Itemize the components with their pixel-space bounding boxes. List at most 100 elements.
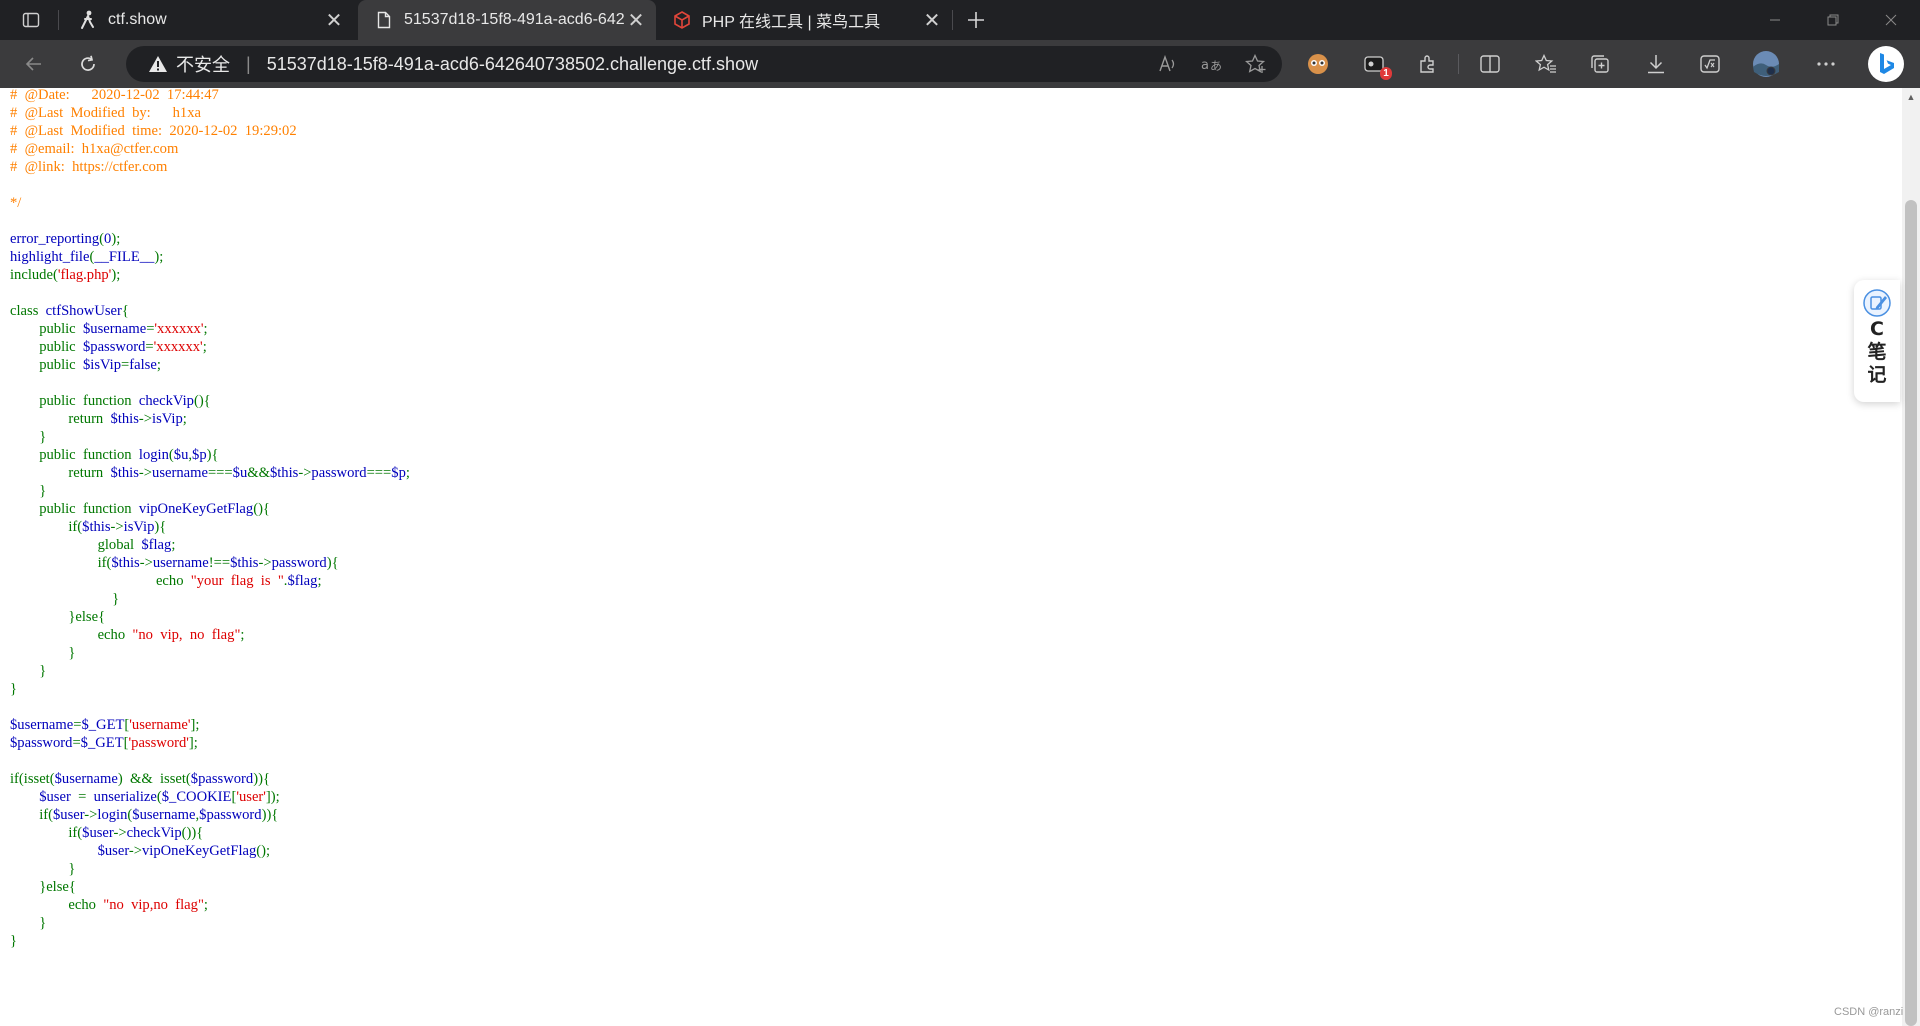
- code-token: ;: [317, 573, 322, 589]
- code-token: =: [72, 735, 81, 751]
- refresh-button[interactable]: [70, 46, 106, 82]
- code-token: # @Last Modified time: 2020-12-02 19:29:…: [10, 123, 297, 139]
- code-token: ];: [188, 735, 198, 751]
- code-line: public $password='xxxxxx';: [10, 338, 410, 356]
- code-token: }else{: [10, 609, 106, 625]
- scrollbar-thumb[interactable]: [1905, 200, 1917, 1026]
- translate-icon[interactable]: aあ: [1192, 46, 1232, 82]
- security-label[interactable]: 不安全: [176, 51, 230, 77]
- more-options-icon[interactable]: [1806, 46, 1846, 82]
- code-line: global $flag;: [10, 536, 410, 554]
- code-token: highlight_file: [10, 249, 90, 265]
- code-line: # @Date: 2020-12-02 17:44:47: [10, 88, 410, 104]
- code-token: ===: [366, 465, 392, 481]
- code-token: ->: [84, 807, 98, 823]
- code-token: "no vip,no flag": [103, 897, 204, 913]
- restore-icon: [1827, 14, 1839, 26]
- code-line: $username=$_GET['username'];: [10, 716, 410, 734]
- code-token: echo: [10, 897, 104, 913]
- code-line: }: [10, 860, 410, 878]
- code-token: );: [111, 231, 121, 247]
- add-favorite-icon[interactable]: [1236, 46, 1276, 82]
- note-label-ji: 记: [1867, 364, 1887, 386]
- tab-title: 51537d18-15f8-491a-acd6-6426407: [404, 11, 624, 28]
- code-token: __FILE__: [94, 249, 155, 265]
- scroll-up-arrow-icon[interactable]: ▲: [1902, 88, 1920, 106]
- code-token: if(: [10, 825, 83, 841]
- code-token: public: [10, 339, 83, 355]
- collections-icon[interactable]: [1580, 46, 1620, 82]
- tab-php-tools[interactable]: PHP 在线工具 | 菜鸟工具 ✕: [656, 0, 952, 40]
- code-token: $password: [82, 339, 146, 355]
- code-token: $user: [39, 789, 79, 805]
- code-token: ;: [156, 357, 161, 373]
- math-solver-icon[interactable]: [1690, 46, 1730, 82]
- tab-title: ctf.show: [108, 11, 167, 28]
- cube-icon: [672, 10, 692, 30]
- code-token: $user: [52, 807, 85, 823]
- code-token: 'user': [236, 789, 266, 805]
- tab-actions-icon[interactable]: [12, 6, 50, 34]
- extension-badge: 1: [1380, 67, 1392, 80]
- close-window-button[interactable]: [1862, 0, 1920, 40]
- code-token: ) && isset(: [117, 771, 191, 787]
- code-token: =: [145, 339, 154, 355]
- code-line: }: [10, 662, 410, 680]
- avatar[interactable]: [1746, 46, 1786, 82]
- restore-button[interactable]: [1804, 0, 1862, 40]
- close-icon[interactable]: ✕: [322, 8, 346, 32]
- tab-challenge[interactable]: 51537d18-15f8-491a-acd6-6426407 ✕: [358, 0, 656, 40]
- code-token: $password: [10, 735, 73, 751]
- downloads-icon[interactable]: [1636, 46, 1676, 82]
- code-line: return $this->username===$u&&$this->pass…: [10, 464, 410, 482]
- close-icon[interactable]: ✕: [920, 8, 944, 32]
- tab-ctf-show[interactable]: ctf.show ✕: [62, 0, 354, 40]
- code-line: if($user->login($username,$password)){: [10, 806, 410, 824]
- copilot-bing-icon[interactable]: [1864, 46, 1908, 82]
- refresh-icon: [81, 55, 95, 71]
- code-token: $password: [190, 771, 254, 787]
- code-token: public: [10, 357, 83, 373]
- favorites-icon[interactable]: [1526, 46, 1566, 82]
- code-token: 'xxxxxx': [154, 321, 204, 337]
- code-token: 'password': [128, 735, 189, 751]
- code-line: $user = unserialize($_COOKIE['user']);: [10, 788, 410, 806]
- code-token: $flag: [287, 573, 318, 589]
- code-line: error_reporting(0);: [10, 230, 410, 248]
- code-token: {: [121, 303, 129, 319]
- code-token: }: [10, 861, 76, 877]
- profile-extension-icon[interactable]: [1298, 46, 1338, 82]
- code-line: if($this->username!==$this->password){: [10, 554, 410, 572]
- split-screen-icon[interactable]: [1470, 46, 1510, 82]
- back-button[interactable]: [16, 46, 52, 82]
- code-token: $user: [97, 843, 129, 859]
- vertical-scrollbar[interactable]: ▲: [1902, 88, 1920, 1026]
- minimize-button[interactable]: [1746, 0, 1804, 40]
- url-text[interactable]: 51537d18-15f8-491a-acd6-642640738502.cha…: [267, 54, 758, 75]
- close-icon[interactable]: ✕: [624, 8, 648, 32]
- code-token: class: [10, 303, 46, 319]
- notes-side-widget[interactable]: C 笔 记: [1854, 280, 1900, 402]
- code-token: ;: [203, 321, 208, 337]
- extension-badge-button[interactable]: 1: [1354, 46, 1394, 82]
- address-bar[interactable]: 不安全 | 51537d18-15f8-491a-acd6-6426407385…: [126, 46, 1282, 82]
- warning-icon[interactable]: [148, 54, 168, 74]
- code-line: }: [10, 914, 410, 932]
- code-token: public: [10, 321, 83, 337]
- extensions-icon[interactable]: [1408, 46, 1448, 82]
- code-token: login: [138, 447, 169, 463]
- code-token: ){: [206, 447, 219, 463]
- code-token: ()){: [181, 825, 204, 841]
- code-token: ;: [171, 537, 176, 553]
- note-label-c: C: [1870, 318, 1884, 340]
- code-line: }: [10, 932, 410, 950]
- arrow-left-icon: [25, 57, 41, 71]
- read-aloud-icon[interactable]: [1148, 46, 1188, 82]
- plus-icon: [968, 12, 984, 28]
- code-token: }: [10, 915, 47, 931]
- new-tab-button[interactable]: [958, 4, 994, 36]
- code-token: }: [10, 645, 76, 661]
- code-token: ->: [138, 465, 153, 481]
- code-token: checkVip: [126, 825, 182, 841]
